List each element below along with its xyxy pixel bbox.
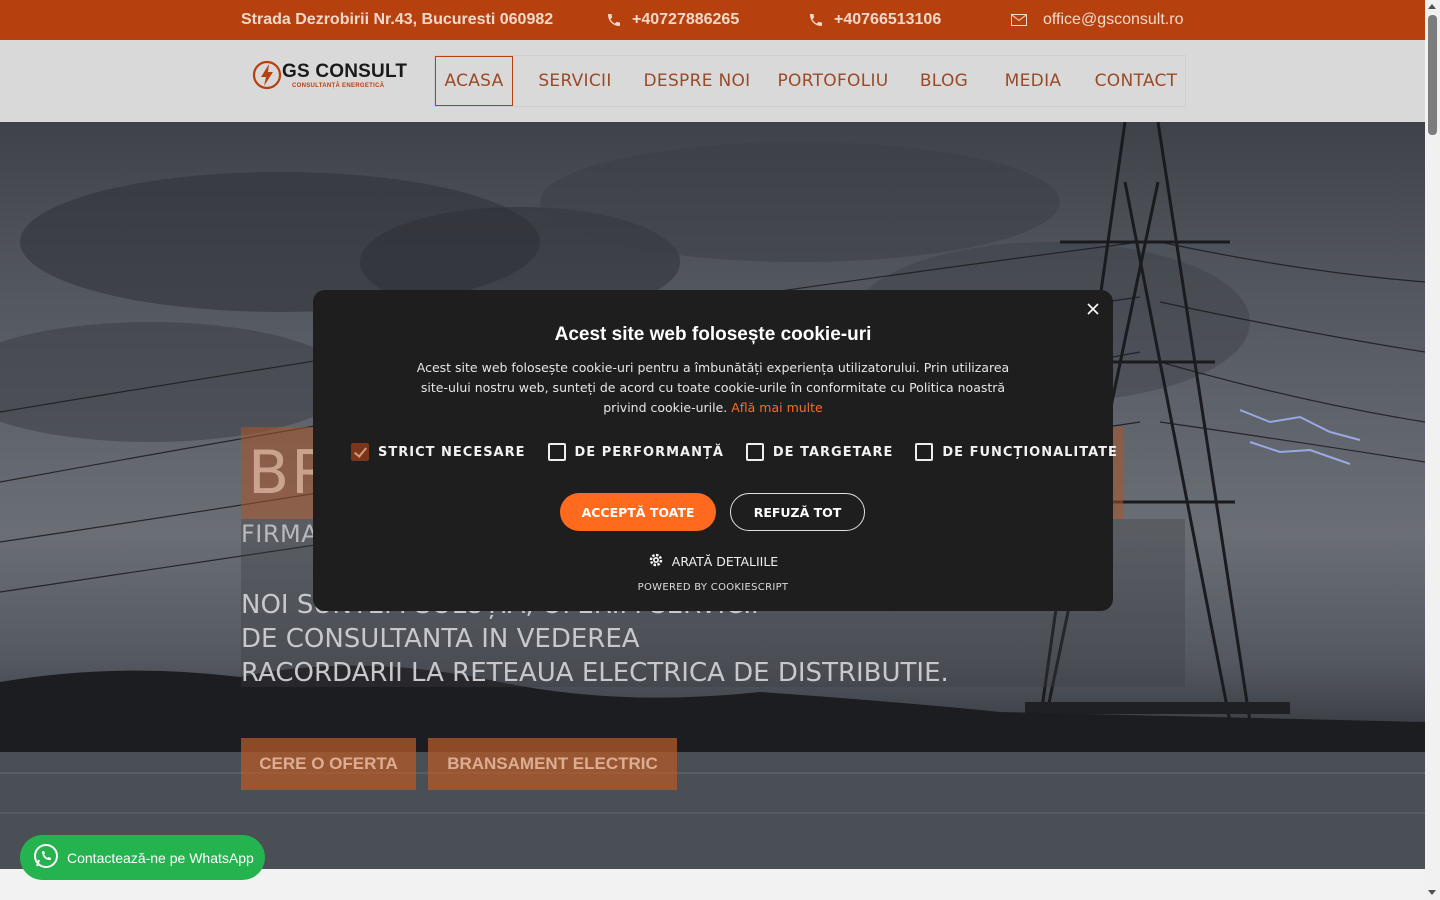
accept-all-button[interactable]: ACCEPTĂ TOATE bbox=[560, 493, 716, 531]
nav-item-acasa[interactable]: ACASA bbox=[435, 56, 513, 106]
cookie-categories: STRICT NECESARE DE PERFORMANȚĂ DE TARGET… bbox=[351, 443, 1118, 461]
checkbox-targeting[interactable]: DE TARGETARE bbox=[745, 443, 894, 461]
hero-description-line: DE CONSULTANTA IN VEDEREA bbox=[241, 624, 640, 654]
checkbox-label: DE PERFORMANȚĂ bbox=[574, 444, 724, 460]
electrical-connection-button[interactable]: BRANSAMENT ELECTRIC bbox=[428, 738, 677, 790]
phone-link-2[interactable]: +40766513106 bbox=[808, 0, 941, 40]
show-details-label: ARATĂ DETALIILE bbox=[671, 554, 779, 569]
main-nav: ACASA SERVICII DESPRE NOI PORTOFOLIU BLO… bbox=[434, 55, 1186, 107]
logo-name: GS CONSULT bbox=[282, 61, 408, 82]
cookie-modal-body: Acest site web folosește cookie-uri pent… bbox=[413, 358, 1013, 418]
nav-item-servicii[interactable]: SERVICII bbox=[535, 56, 615, 106]
logo[interactable]: GS CONSULT CONSULTANȚĂ ENERGETICĂ bbox=[252, 58, 417, 98]
address-label: Strada Dezrobirii Nr.43, Bucuresti 06098… bbox=[241, 11, 554, 28]
powered-by-link[interactable]: POWERED BY COOKIESCRIPT bbox=[313, 582, 1113, 593]
close-icon[interactable] bbox=[1085, 301, 1101, 317]
logo-tagline: CONSULTANȚĂ ENERGETICĂ bbox=[292, 83, 385, 89]
phone-link-1[interactable]: +40727886265 bbox=[606, 0, 739, 40]
checkbox-label: DE TARGETARE bbox=[772, 444, 894, 460]
page-scrollbar[interactable] bbox=[1425, 0, 1440, 900]
show-details-toggle[interactable]: ARATĂ DETALIILE bbox=[313, 552, 1113, 571]
nav-item-contact[interactable]: CONTACT bbox=[1095, 56, 1177, 106]
whatsapp-icon bbox=[33, 843, 59, 872]
email-label: office@gsconsult.ro bbox=[1043, 11, 1184, 28]
checkbox-empty-icon bbox=[547, 443, 566, 461]
scrollbar-thumb[interactable] bbox=[1428, 15, 1437, 135]
address-text: Strada Dezrobirii Nr.43, Bucuresti 06098… bbox=[241, 0, 553, 40]
checkbox-checked-icon bbox=[351, 443, 369, 461]
request-offer-button[interactable]: CERE O OFERTA bbox=[241, 738, 416, 790]
phone-2-label: +40766513106 bbox=[834, 11, 942, 28]
scroll-down-arrow-icon[interactable] bbox=[1428, 890, 1436, 895]
cookie-consent-modal: Acest site web folosește cookie-uri Aces… bbox=[313, 290, 1117, 611]
cookie-modal-text: Acest site web folosește cookie-uri pent… bbox=[416, 360, 1010, 415]
cookie-modal-title: Acest site web folosește cookie-uri bbox=[554, 324, 872, 345]
checkbox-performance[interactable]: DE PERFORMANȚĂ bbox=[547, 443, 724, 461]
phone-icon bbox=[808, 12, 824, 28]
checkbox-strict-necessary[interactable]: STRICT NECESARE bbox=[351, 443, 526, 461]
mail-icon bbox=[1011, 14, 1027, 26]
nav-item-media[interactable]: MEDIA bbox=[1001, 56, 1065, 106]
nav-item-blog[interactable]: BLOG bbox=[919, 56, 969, 106]
logo-bolt-icon bbox=[252, 60, 282, 90]
hero-subtitle: FIRMA bbox=[241, 520, 319, 548]
site-header: GS CONSULT CONSULTANȚĂ ENERGETICĂ ACASA … bbox=[0, 40, 1425, 122]
whatsapp-label: Contactează-ne pe WhatsApp bbox=[67, 849, 254, 866]
refuse-all-button[interactable]: REFUZĂ TOT bbox=[730, 493, 865, 531]
checkbox-empty-icon bbox=[915, 443, 934, 461]
checkbox-label: STRICT NECESARE bbox=[378, 444, 526, 460]
nav-item-despre-noi[interactable]: DESPRE NOI bbox=[644, 56, 751, 106]
email-link[interactable]: office@gsconsult.ro bbox=[1011, 0, 1183, 40]
scroll-up-arrow-icon[interactable] bbox=[1428, 4, 1436, 9]
learn-more-link[interactable]: Află mai multe bbox=[731, 400, 823, 415]
nav-item-portofoliu[interactable]: PORTOFOLIU bbox=[777, 56, 888, 106]
checkbox-empty-icon bbox=[745, 443, 764, 461]
whatsapp-contact-button[interactable]: Contactează-ne pe WhatsApp bbox=[20, 835, 265, 880]
gear-icon bbox=[648, 552, 664, 571]
checkbox-functionality[interactable]: DE FUNCȚIONALITATE bbox=[915, 443, 1118, 461]
top-contact-bar: Strada Dezrobirii Nr.43, Bucuresti 06098… bbox=[0, 0, 1425, 40]
phone-icon bbox=[606, 12, 622, 28]
checkbox-label: DE FUNCȚIONALITATE bbox=[942, 444, 1118, 460]
hero-description-line: RACORDARII LA RETEAUA ELECTRICA DE DISTR… bbox=[241, 658, 949, 688]
phone-1-label: +40727886265 bbox=[632, 11, 740, 28]
